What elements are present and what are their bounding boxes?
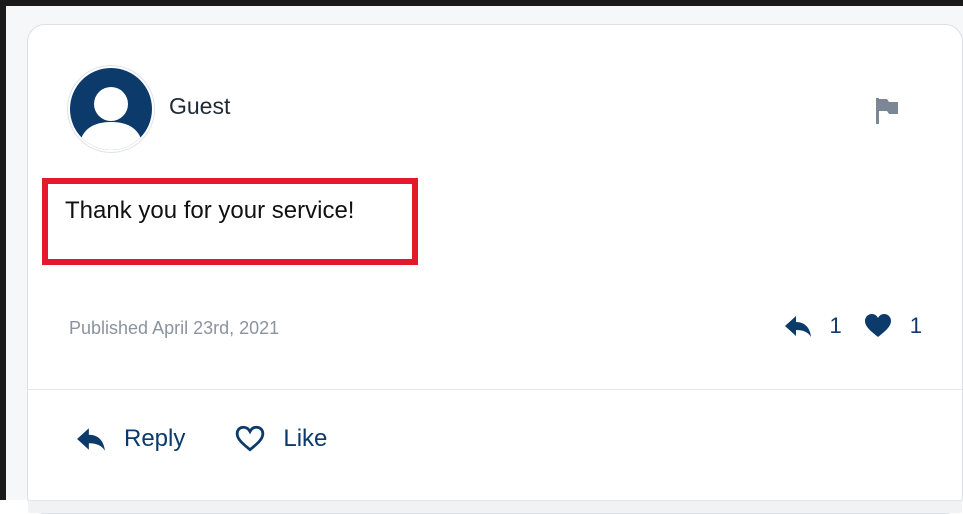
reply-arrow-icon	[784, 313, 812, 339]
like-button[interactable]: Like	[235, 425, 327, 453]
heart-filled-icon	[864, 313, 892, 339]
comment-card: Guest Thank you for your service! Publis…	[27, 24, 963, 514]
reply-label: Reply	[124, 425, 186, 452]
comment-text: Thank you for your service!	[65, 197, 355, 224]
like-label: Like	[283, 425, 328, 452]
flag-icon[interactable]	[874, 95, 900, 125]
published-date: Published April 23rd, 2021	[69, 318, 280, 338]
user-avatar-icon	[70, 68, 152, 150]
comment-stats: 1 1	[784, 313, 922, 339]
reply-arrow-icon	[76, 425, 106, 453]
screenshot-frame: Guest Thank you for your service! Publis…	[0, 0, 963, 514]
like-count: 1	[909, 313, 922, 338]
reply-count: 1	[829, 313, 842, 338]
card-bottom-strip	[28, 500, 962, 513]
heart-outline-icon	[235, 425, 265, 453]
divider	[28, 389, 962, 390]
comment-author: Guest	[169, 93, 231, 119]
reply-button[interactable]: Reply	[76, 425, 185, 453]
comment-actions: Reply Like	[76, 425, 327, 453]
